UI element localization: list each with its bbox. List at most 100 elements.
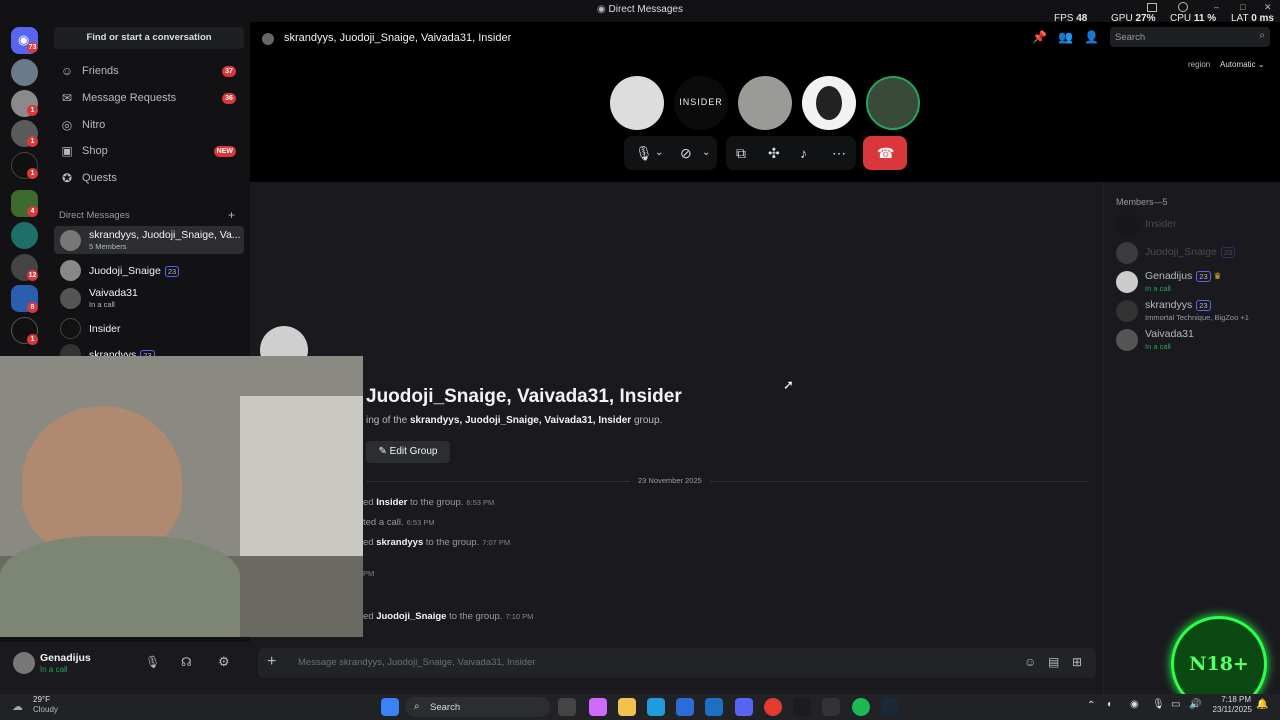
participant-tile[interactable] bbox=[738, 76, 792, 130]
date-divider: 23 November 2025 bbox=[630, 476, 710, 485]
close-icon[interactable]: ✕ bbox=[1264, 2, 1272, 13]
notifications-icon[interactable]: 🔔 bbox=[1256, 699, 1268, 710]
avatar bbox=[1116, 300, 1138, 322]
event-user[interactable]: skrandyys bbox=[376, 537, 423, 548]
soundboard-icon[interactable]: ♪ bbox=[800, 144, 807, 162]
participant-tile-speaking[interactable] bbox=[866, 76, 920, 130]
clock-date[interactable]: 23/11/2025 bbox=[1204, 705, 1252, 714]
add-attachment-icon[interactable]: + bbox=[267, 653, 276, 671]
weather-icon[interactable]: ☁ bbox=[12, 700, 23, 713]
create-dm-icon[interactable]: + bbox=[228, 208, 235, 222]
dm-name: Vaivada31 bbox=[89, 287, 138, 299]
steam-icon[interactable] bbox=[881, 698, 899, 716]
app-icon[interactable] bbox=[793, 698, 811, 716]
weather-temp: 29°F bbox=[33, 695, 50, 704]
inbox-icon[interactable] bbox=[1147, 3, 1157, 12]
gift-icon[interactable]: ⊞ bbox=[1072, 655, 1082, 669]
microphone-tray-icon[interactable]: 🎙 bbox=[1152, 699, 1165, 710]
add-friends-icon[interactable]: 👥 bbox=[1058, 30, 1073, 44]
nav-quests[interactable]: ✪ Quests bbox=[54, 167, 244, 191]
participant-tile[interactable] bbox=[802, 76, 856, 130]
event-time: 7:10 PM bbox=[505, 612, 534, 621]
pin-icon[interactable]: 📌 bbox=[1032, 30, 1047, 44]
nav-shop[interactable]: ▣ Shop NEW bbox=[54, 140, 244, 164]
nav-message-requests[interactable]: ✉ Message Requests 36 bbox=[54, 87, 244, 111]
member-insider[interactable]: Insider bbox=[1114, 212, 1279, 238]
event-user[interactable]: Juodoji_Snaige bbox=[376, 611, 446, 622]
dm-item-vaivada[interactable]: Vaivada31 In a call bbox=[54, 284, 244, 312]
chevron-up-icon[interactable]: ⌃ bbox=[1087, 700, 1095, 711]
search-input[interactable]: Search ⌕ bbox=[1110, 27, 1270, 47]
member-skrandyys[interactable]: skrandyys 23 Immortal Technique, BigZoo +1 bbox=[1114, 298, 1279, 324]
emoji-icon[interactable]: ☺ bbox=[1024, 655, 1036, 669]
window-title: ◉ Direct Messages bbox=[0, 4, 1280, 15]
clock-time[interactable]: 7:18 PM bbox=[1211, 695, 1251, 704]
member-genadijus[interactable]: Genadijus 23 ♛ In a call bbox=[1114, 269, 1279, 295]
unread-badge: 1 bbox=[27, 168, 38, 179]
chrome-icon[interactable] bbox=[764, 698, 782, 716]
help-icon[interactable] bbox=[1178, 2, 1188, 12]
region-label: region bbox=[1188, 60, 1211, 69]
tray-app-icon[interactable]: ◉ bbox=[1130, 699, 1139, 710]
nav-nitro[interactable]: ◎ Nitro bbox=[54, 114, 244, 138]
member-juodoji[interactable]: Juodoji_Snaige 23 bbox=[1114, 240, 1279, 266]
microphone-icon[interactable]: 🎙 bbox=[145, 655, 160, 669]
copilot-icon[interactable] bbox=[589, 698, 607, 716]
more-options-icon[interactable]: ⋯ bbox=[832, 144, 846, 162]
member-vaivada[interactable]: Vaivada31 In a call bbox=[1114, 327, 1279, 353]
intro-names: skrandyys, Juodoji_Snaige, Vaivada31, In… bbox=[409, 415, 632, 426]
member-list-icon[interactable]: 👤 bbox=[1084, 30, 1099, 44]
camera-off-icon[interactable]: ⊘ bbox=[680, 144, 692, 162]
event-text: to the group. bbox=[425, 537, 480, 548]
start-button[interactable] bbox=[381, 698, 399, 716]
mouse-cursor-icon: ➚ bbox=[783, 377, 794, 392]
system-message: ed Juodoji_Snaige to the group. 7:10 PM bbox=[363, 611, 533, 622]
disconnect-button[interactable]: ☎ bbox=[863, 136, 907, 170]
taskbar-search[interactable]: ⌕ Search bbox=[405, 697, 550, 717]
unread-badge: 73 bbox=[27, 42, 38, 53]
dm-item-juodoji[interactable]: Juodoji_Snaige 23 bbox=[54, 256, 244, 284]
volume-icon[interactable]: 🔊 bbox=[1189, 699, 1201, 710]
network-icon[interactable]: ▭ bbox=[1171, 699, 1180, 710]
region-select[interactable]: Automatic ⌄ bbox=[1220, 60, 1265, 69]
chevron-down-icon[interactable]: ⌄ bbox=[702, 144, 710, 162]
hang-up-icon: ☎ bbox=[877, 145, 895, 161]
nav-friends[interactable]: ☺ Friends 37 bbox=[54, 60, 244, 84]
settings-gear-icon[interactable]: ⚙ bbox=[218, 654, 230, 670]
member-status: In a call bbox=[1145, 284, 1171, 293]
server-icon[interactable] bbox=[11, 222, 38, 249]
edge-icon[interactable] bbox=[647, 698, 665, 716]
discord-icon[interactable] bbox=[735, 698, 753, 716]
participant-tile[interactable] bbox=[610, 76, 664, 130]
chevron-down-icon[interactable]: ⌄ bbox=[655, 144, 663, 162]
minimize-icon[interactable]: – bbox=[1214, 2, 1219, 12]
title-bar: ◉ Direct Messages FPS 48 GPU 27% CPU 11 … bbox=[0, 0, 1280, 24]
outlook-icon[interactable] bbox=[705, 698, 723, 716]
message-composer[interactable]: + Message skrandyys, Juodoji_Snaige, Vai… bbox=[258, 648, 1096, 678]
screen-share-icon[interactable]: ⧉ bbox=[736, 144, 746, 162]
app-icon[interactable] bbox=[822, 698, 840, 716]
avatar[interactable] bbox=[13, 652, 35, 674]
headphones-icon[interactable]: ☊ bbox=[181, 655, 192, 669]
edit-group-button[interactable]: ✎ Edit Group bbox=[366, 441, 450, 463]
store-icon[interactable] bbox=[676, 698, 694, 716]
taskbar: ☁ 29°F Cloudy ⌕ Search ⌃ ◐ ◉ 🎙 ▭ 🔊 7:18 … bbox=[0, 694, 1280, 720]
member-name-row: Juodoji_Snaige 23 bbox=[1145, 246, 1236, 258]
dm-item-insider[interactable]: Insider bbox=[54, 314, 244, 342]
participant-tile-insider[interactable]: INSIDER bbox=[674, 76, 728, 130]
spotify-icon[interactable] bbox=[852, 698, 870, 716]
find-conversation-button[interactable]: Find or start a conversation bbox=[54, 27, 244, 49]
microphone-icon[interactable]: 🎙 bbox=[635, 144, 653, 162]
user-panel: Genadijus In a call 🎙 ☊ ⚙ bbox=[0, 642, 250, 694]
unread-badge: 1 bbox=[27, 105, 38, 116]
dm-item-group[interactable]: skrandyys, Juodoji_Snaige, Va... 5 Membe… bbox=[54, 226, 244, 254]
member-name: skrandyys bbox=[1145, 299, 1193, 311]
server-icon[interactable] bbox=[11, 59, 38, 86]
activities-icon[interactable]: ✣ bbox=[768, 144, 780, 162]
event-user[interactable]: Insider bbox=[376, 497, 407, 508]
file-explorer-icon[interactable] bbox=[618, 698, 636, 716]
tray-app-icon[interactable]: ◐ bbox=[1107, 699, 1113, 710]
task-view-icon[interactable] bbox=[558, 698, 576, 716]
maximize-icon[interactable]: □ bbox=[1240, 2, 1245, 12]
gif-icon[interactable]: ▤ bbox=[1048, 655, 1059, 669]
